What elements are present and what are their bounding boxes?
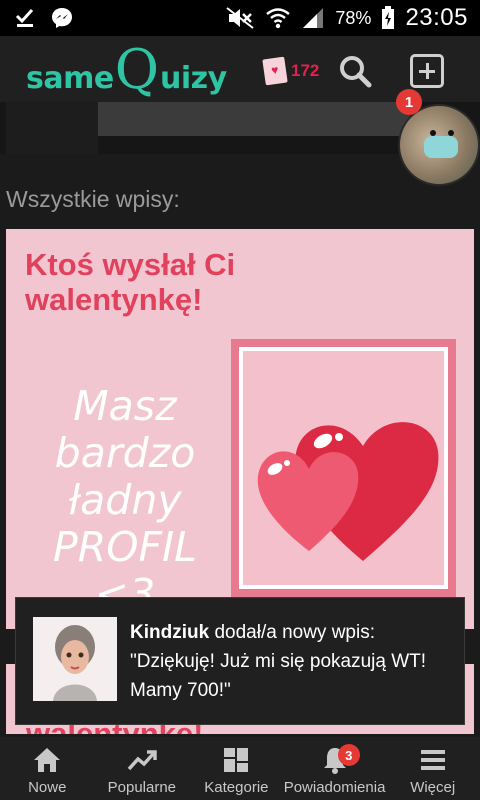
battery-percentage: 78%	[335, 7, 372, 28]
wifi-icon	[266, 8, 291, 29]
clock: 23:05	[405, 4, 468, 31]
nav-label: Nowe	[28, 779, 67, 796]
nav-item-kategorie[interactable]: Kategorie	[189, 737, 284, 800]
nav-label: Więcej	[410, 779, 456, 796]
toast-message: Kindziuk dodał/a nowy wpis: "Dziękuję! J…	[130, 618, 455, 705]
valentine-card-icon[interactable]: ♥	[262, 56, 288, 86]
post-title: Ktoś wysłał Ci walentynkę!	[25, 247, 236, 317]
mute-icon	[226, 7, 255, 29]
subbar-field[interactable]	[98, 102, 410, 136]
toast-post-title: "Dziękuję! Już mi się pokazują WT! Mamy …	[130, 651, 427, 701]
battery-icon	[382, 6, 395, 29]
post-body: Masz bardzo ładny PROFIL <3	[20, 383, 230, 618]
notifications-badge: 3	[337, 744, 360, 766]
nav-item-powiadomienia[interactable]: 3 Powiadomienia	[283, 737, 386, 800]
notification-toast[interactable]: Kindziuk dodał/a nowy wpis: "Dziękuję! J…	[15, 597, 465, 725]
nav-label: Powiadomienia	[283, 779, 386, 796]
post-body-line: ładny	[68, 476, 182, 524]
toast-username[interactable]: Kindziuk	[130, 622, 209, 643]
logo-part-same: same	[26, 61, 114, 96]
user-avatar[interactable]	[398, 104, 480, 186]
samequizy-logo[interactable]: same Q uizy	[26, 42, 227, 98]
toast-user-avatar	[33, 617, 117, 701]
avatar-notification-badge: 1	[396, 89, 422, 115]
add-icon[interactable]	[410, 54, 444, 88]
hearts-icon	[257, 422, 439, 561]
home-icon	[34, 748, 61, 772]
subbar-left-panel	[6, 102, 98, 154]
menu-icon	[420, 750, 445, 770]
messenger-icon	[52, 8, 72, 28]
status-bar: 78% 23:05	[0, 0, 480, 36]
search-icon[interactable]	[338, 54, 372, 88]
valentines-count[interactable]: 172	[291, 61, 319, 81]
trending-icon	[127, 750, 157, 771]
logo-part-uizy: uizy	[160, 61, 227, 96]
checkmark-download-icon	[15, 8, 34, 27]
post-body-line: Masz	[73, 382, 177, 430]
nav-item-popularne[interactable]: Popularne	[95, 737, 190, 800]
categories-icon	[224, 748, 249, 772]
post-body-line: bardzo	[54, 429, 196, 477]
post-card[interactable]: Ktoś wysłał Ci walentynkę! Masz bardzo ł…	[6, 229, 474, 629]
logo-part-q: Q	[114, 38, 159, 101]
toast-action: dodał/a nowy wpis:	[214, 622, 375, 643]
nav-label: Kategorie	[204, 779, 269, 796]
signal-icon	[303, 8, 324, 28]
hearts-image	[231, 339, 456, 597]
nav-item-nowe[interactable]: Nowe	[0, 737, 95, 800]
app-screen: 78% 23:05 same Q uizy ♥ 172 1 Wszystkie …	[0, 0, 480, 800]
nav-label: Popularne	[107, 779, 177, 796]
section-title: Wszystkie wpisy:	[6, 186, 180, 212]
nav-item-wiecej[interactable]: Więcej	[385, 737, 480, 800]
bottom-navigation: Nowe Popularne Kategorie 3 Powiadomienia…	[0, 737, 480, 800]
user-drawing-avatar	[53, 625, 97, 701]
